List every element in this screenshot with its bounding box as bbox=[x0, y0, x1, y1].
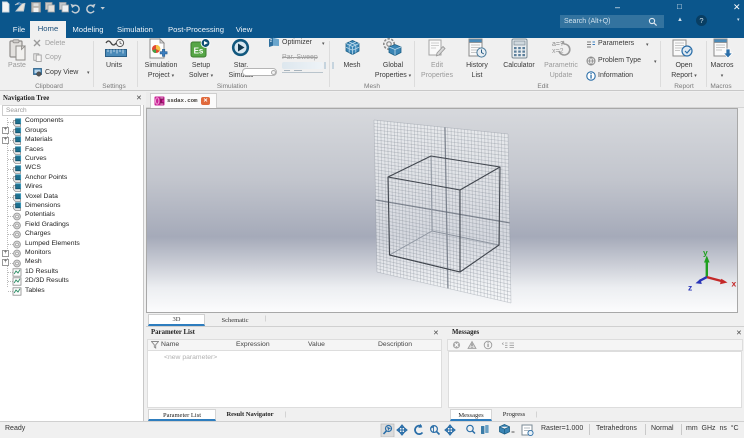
svg-text:y: y bbox=[703, 248, 708, 258]
svg-text:z: z bbox=[688, 283, 692, 293]
svg-text:x: x bbox=[732, 279, 737, 289]
svg-text:Es: Es bbox=[194, 47, 204, 56]
svg-text:a=?: a=? bbox=[552, 41, 564, 48]
